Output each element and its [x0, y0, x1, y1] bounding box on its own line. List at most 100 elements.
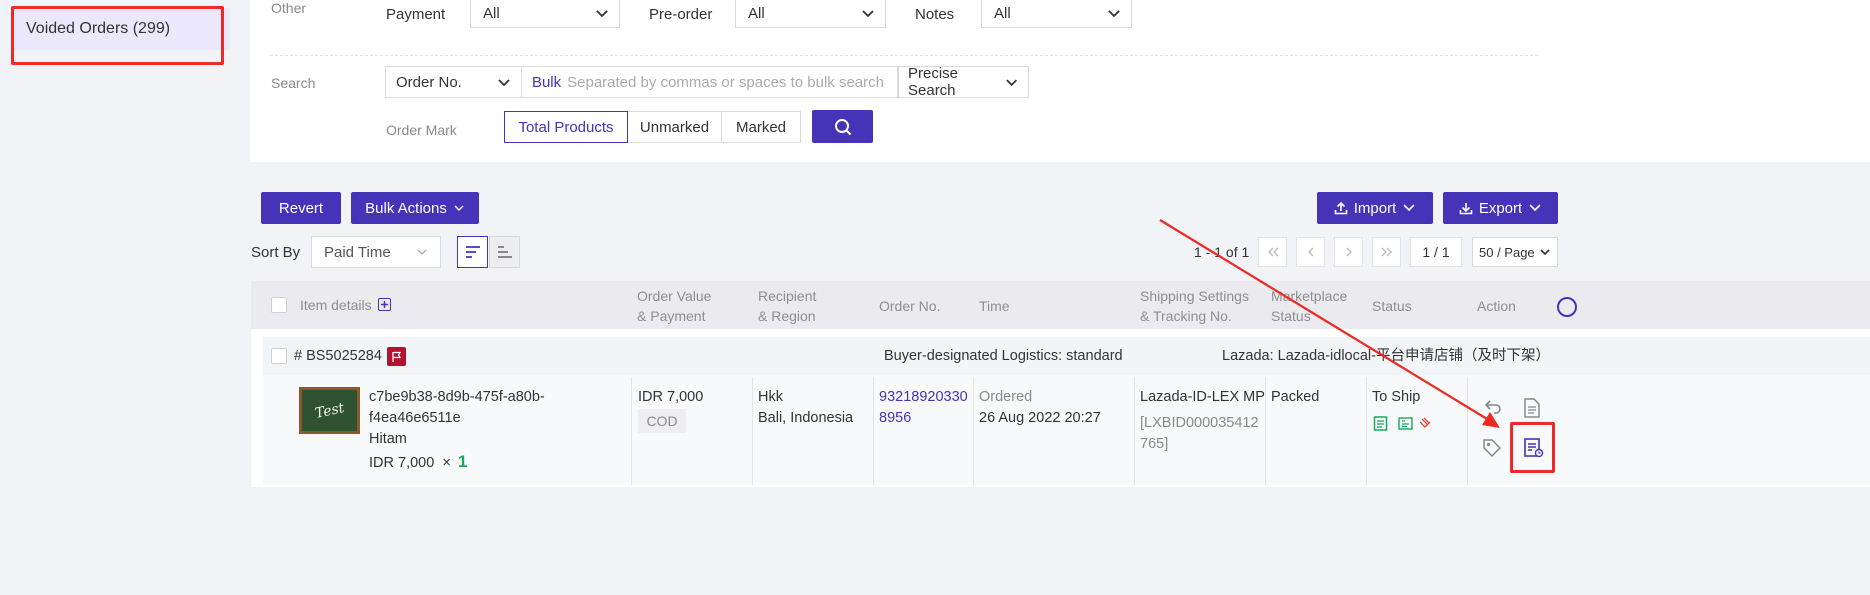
- preorder-select[interactable]: All: [735, 0, 886, 28]
- chevron-down-icon: [596, 10, 608, 18]
- chevron-down-icon: [498, 79, 510, 87]
- chevron-down-icon: [1529, 204, 1541, 212]
- col-divider: [1366, 377, 1367, 485]
- search-icon: [834, 118, 851, 135]
- col-divider: [973, 377, 974, 485]
- chevron-down-icon: [1403, 204, 1415, 212]
- order-flag-button[interactable]: [387, 347, 406, 366]
- order-time: 26 Aug 2022 20:27: [979, 410, 1101, 426]
- page-input[interactable]: 1 / 1: [1410, 237, 1462, 267]
- recipient-region: Bali, Indonesia: [758, 410, 854, 426]
- sort-descending-button[interactable]: [457, 236, 488, 268]
- import-button[interactable]: Import: [1317, 192, 1433, 224]
- sidebar: Voided Orders (299): [0, 0, 238, 595]
- header-shipping: Shipping Settings & Tracking No.: [1140, 288, 1249, 324]
- col-divider: [1134, 377, 1135, 485]
- col-divider: [1265, 377, 1266, 485]
- export-button[interactable]: Export: [1443, 192, 1558, 224]
- table-header: [251, 281, 1870, 329]
- search-button[interactable]: [812, 110, 873, 143]
- header-action: Action: [1477, 298, 1516, 314]
- order-detail-icon[interactable]: [1523, 437, 1545, 459]
- label-printed-icon[interactable]: [1398, 417, 1413, 430]
- first-page-button[interactable]: [1258, 237, 1287, 267]
- multiply-sign: ×: [442, 455, 451, 471]
- payment-select[interactable]: All: [470, 0, 620, 28]
- double-chevron-left-icon: [1267, 247, 1278, 257]
- page-size-select[interactable]: 50 / Page: [1472, 237, 1558, 267]
- chevron-down-icon: [454, 205, 464, 211]
- col-divider: [873, 377, 874, 485]
- item-price: IDR 7,000: [369, 455, 435, 471]
- select-all-checkbox[interactable]: [271, 297, 287, 313]
- order-number-link[interactable]: 93218920330 8956: [879, 387, 968, 429]
- store-name: Lazada: Lazada-idlocal-平台申请店铺（及时下架）: [1222, 348, 1550, 364]
- mark-marked[interactable]: Marked: [721, 111, 801, 143]
- flag-icon: [392, 351, 402, 362]
- pick-hand-icon[interactable]: [1417, 416, 1433, 431]
- bulk-search-link[interactable]: Bulk: [532, 74, 561, 91]
- header-recipient: Recipient & Region: [758, 288, 817, 324]
- document-icon[interactable]: [1523, 398, 1541, 418]
- search-type-select[interactable]: Order No.: [386, 67, 522, 97]
- preorder-label: Pre-order: [649, 6, 713, 23]
- tracking-number[interactable]: [LXBID000035412 765]: [1140, 413, 1259, 455]
- header-order-value: Order Value & Payment: [637, 288, 712, 324]
- payment-badge: COD: [638, 409, 686, 433]
- product-name[interactable]: c7be9b38-8d9b-475f-a80b- f4ea46e6511e: [369, 387, 545, 429]
- item-price-row: IDR 7,000 × 1: [369, 451, 467, 474]
- search-label: Search: [271, 75, 316, 91]
- marketplace-status: Packed: [1271, 389, 1320, 405]
- sidebar-item-label: Voided Orders (299): [26, 20, 171, 37]
- header-status: Status: [1372, 298, 1412, 314]
- mark-unmarked[interactable]: Unmarked: [627, 111, 722, 143]
- filter-divider: [270, 55, 1538, 56]
- header-marketplace-status: Marketplace Status: [1271, 288, 1348, 324]
- last-page-button[interactable]: [1372, 237, 1401, 267]
- order-id: # BS5025284: [294, 348, 382, 364]
- precise-search-select[interactable]: Precise Search: [898, 65, 1029, 99]
- notes-select[interactable]: All: [981, 0, 1132, 28]
- search-input[interactable]: [567, 73, 897, 91]
- sort-select[interactable]: Paid Time: [311, 236, 441, 268]
- notes-label: Notes: [915, 6, 955, 23]
- chevron-down-icon: [1540, 249, 1550, 256]
- double-chevron-right-icon: [1381, 247, 1392, 257]
- search-box: Order No. Bulk: [385, 66, 898, 98]
- order-mark-label: Order Mark: [386, 122, 457, 138]
- sort-ascending-button[interactable]: [489, 236, 520, 268]
- tag-icon[interactable]: [1482, 438, 1502, 458]
- revert-icon[interactable]: [1484, 399, 1502, 415]
- upload-icon: [1334, 201, 1348, 215]
- sidebar-item-voided-orders[interactable]: Voided Orders (299): [12, 8, 230, 50]
- revert-button[interactable]: Revert: [261, 192, 341, 224]
- sort-descending-icon: [465, 246, 480, 258]
- expand-all-button[interactable]: [378, 298, 391, 311]
- column-settings-icon[interactable]: [1557, 297, 1577, 317]
- order-checkbox[interactable]: [271, 348, 287, 364]
- chevron-down-icon: [862, 10, 874, 18]
- col-divider: [631, 377, 632, 485]
- chevron-right-icon: [1346, 247, 1352, 257]
- invoice-printed-icon[interactable]: [1373, 416, 1388, 431]
- header-time: Time: [979, 298, 1010, 314]
- chevron-down-icon: [417, 249, 427, 255]
- col-divider: [752, 377, 753, 485]
- product-variant: Hitam: [369, 431, 407, 447]
- recipient-name: Hkk: [758, 389, 783, 405]
- header-order-no: Order No.: [879, 298, 941, 314]
- time-label: Ordered: [979, 389, 1033, 405]
- order-value: IDR 7,000: [638, 389, 704, 405]
- logistics-text: Buyer-designated Logistics: standard: [884, 348, 1123, 364]
- chevron-down-icon: [1108, 10, 1120, 18]
- payment-label: Payment: [386, 6, 446, 23]
- item-quantity: 1: [457, 452, 468, 471]
- next-page-button[interactable]: [1334, 237, 1363, 267]
- other-label: Other: [271, 0, 307, 16]
- mark-total-products[interactable]: Total Products: [504, 111, 628, 143]
- prev-page-button[interactable]: [1296, 237, 1325, 267]
- sort-by-label: Sort By: [251, 244, 301, 261]
- product-thumbnail[interactable]: Test: [299, 387, 360, 434]
- col-divider: [1467, 377, 1468, 485]
- bulk-actions-button[interactable]: Bulk Actions: [351, 192, 479, 224]
